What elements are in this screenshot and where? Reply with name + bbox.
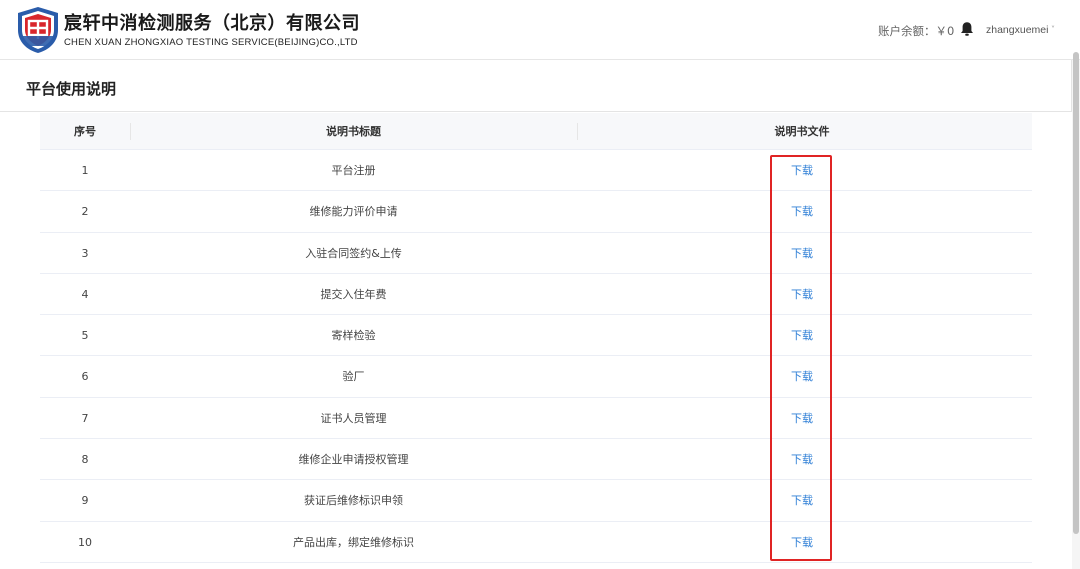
column-header-title: 说明书标题: [326, 125, 381, 138]
table-row: 1 平台注册 下载: [40, 150, 1032, 192]
shield-logo-icon: [18, 7, 58, 53]
scrollbar-thumb[interactable]: [1073, 52, 1079, 534]
bell-icon[interactable]: [960, 21, 974, 37]
row-file-cell: 下载: [577, 315, 1027, 356]
account-balance: 账户余额：￥0: [878, 24, 955, 38]
row-index: 4: [81, 287, 89, 301]
table-row: 4 提交入住年费 下载: [40, 274, 1032, 316]
table-header: 序号 说明书标题 说明书文件: [40, 113, 1032, 150]
download-link[interactable]: 下载: [791, 412, 813, 425]
row-title: 平台注册: [331, 164, 376, 177]
row-file-cell: 下载: [577, 522, 1027, 563]
download-link[interactable]: 下载: [791, 494, 813, 507]
company-name-cn: 宸轩中消检测服务（北京）有限公司: [64, 13, 360, 34]
user-menu[interactable]: zhangxuemei: [986, 24, 1048, 36]
table-row: 9 获证后维修标识申领 下载: [40, 480, 1032, 522]
row-title: 维修企业申请授权管理: [298, 453, 409, 467]
top-header: 宸轩中消检测服务（北京）有限公司 CHEN XUAN ZHONGXIAO TES…: [0, 0, 1080, 60]
download-link[interactable]: 下载: [791, 453, 813, 466]
download-link[interactable]: 下载: [791, 370, 813, 383]
row-file-cell: 下载: [577, 356, 1027, 397]
row-title: 提交入住年费: [320, 287, 387, 301]
row-file-cell: 下载: [577, 480, 1027, 521]
download-link[interactable]: 下载: [791, 205, 813, 218]
row-index: 6: [81, 370, 89, 384]
row-file-cell: 下载: [577, 398, 1027, 439]
row-file-cell: 下载: [577, 150, 1027, 191]
row-index: 8: [81, 453, 89, 467]
chevron-down-icon[interactable]: ˅: [1051, 25, 1055, 34]
table-row: 3 入驻合同签约&上传 下载: [40, 233, 1032, 274]
row-file-cell: 下载: [577, 191, 1027, 232]
row-index: 9: [81, 494, 89, 508]
download-link[interactable]: 下载: [791, 329, 813, 342]
company-name-en: CHEN XUAN ZHONGXIAO TESTING SERVICE(BEIJ…: [64, 37, 358, 48]
row-index: 7: [81, 411, 89, 425]
row-index: 1: [81, 164, 89, 177]
row-index: 5: [81, 329, 89, 343]
page-title: 平台使用说明: [26, 80, 117, 98]
row-title: 证书人员管理: [320, 411, 387, 425]
table-row: 5 寄样检验 下载: [40, 315, 1032, 357]
column-header-file: 说明书文件: [774, 125, 830, 138]
column-header-index: 序号: [74, 125, 96, 138]
table-row: 8 维修企业申请授权管理 下载: [40, 439, 1032, 481]
row-file-cell: 下载: [577, 274, 1027, 315]
row-file-cell: 下载: [577, 233, 1027, 274]
table-body: 1 平台注册 下载 2 维修能力评价申请 下载 3 入驻合同签约&上传 下载 4 提交入住年费 下载 5…: [40, 150, 1032, 563]
download-link[interactable]: 下载: [791, 164, 813, 177]
table-row: 10 产品出库，绑定维修标识 下载: [40, 522, 1032, 563]
download-link[interactable]: 下载: [791, 288, 813, 301]
table-row: 2 维修能力评价申请 下载: [40, 191, 1032, 233]
download-link[interactable]: 下载: [791, 536, 813, 549]
row-title: 入驻合同签约&上传: [305, 246, 402, 260]
row-title: 寄样检验: [331, 329, 376, 343]
row-title: 维修能力评价申请: [309, 205, 398, 219]
row-title: 验厂: [342, 370, 365, 384]
row-index: 3: [81, 246, 89, 260]
row-index: 10: [78, 535, 92, 549]
manual-table: 序号 说明书标题 说明书文件 1 平台注册 下载 2 维修能力评价申请 下载 3 入驻合同签约…: [40, 113, 1032, 563]
row-index: 2: [81, 205, 89, 219]
download-link[interactable]: 下载: [791, 247, 813, 260]
row-title: 获证后维修标识申领: [304, 494, 403, 508]
row-title: 产品出库，绑定维修标识: [293, 535, 414, 549]
table-row: 6 验厂 下载: [40, 356, 1032, 398]
row-file-cell: 下载: [577, 439, 1027, 480]
page-title-bar: 平台使用说明: [0, 60, 1072, 112]
table-row: 7 证书人员管理 下载: [40, 398, 1032, 440]
